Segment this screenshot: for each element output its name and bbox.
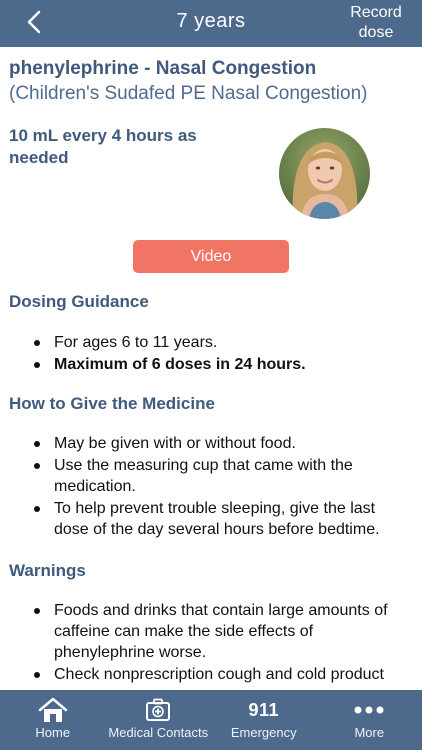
list-item: May be given with or without food. [0, 433, 422, 454]
tab-home-label: Home [35, 725, 71, 740]
how-to-give-heading: How to Give the Medicine [9, 394, 215, 413]
top-navigation-bar: 7 years Record dose [0, 0, 422, 47]
list-item: Foods and drinks that contain large amou… [0, 600, 422, 663]
tab-emergency-label: Emergency [230, 725, 297, 740]
tab-medical-contacts-label: Medical Contacts [108, 725, 209, 740]
list-item: Use the measuring cup that came with the… [0, 455, 422, 497]
dose-instruction: 10 mL every 4 hours as needed [9, 126, 197, 167]
record-dose-label-line2: dose [358, 24, 394, 41]
list-item: Maximum of 6 doses in 24 hours. [0, 354, 422, 375]
tab-home[interactable]: Home [0, 690, 106, 750]
emergency-911-icon: 911 [211, 697, 317, 723]
medication-brand: (Children's Sudafed PE Nasal Congestion) [9, 83, 368, 104]
tab-more-label: More [354, 725, 385, 740]
warnings-list: Foods and drinks that contain large amou… [0, 600, 422, 685]
tab-medical-contacts[interactable]: Medical Contacts [106, 690, 212, 750]
list-item: Check nonprescription cough and cold pro… [0, 664, 422, 685]
child-avatar [279, 128, 370, 219]
dosing-guidance-heading: Dosing Guidance [9, 292, 149, 311]
warnings-heading: Warnings [9, 561, 86, 580]
tab-more[interactable]: More [317, 690, 422, 750]
how-to-give-list: May be given with or without food. Use t… [0, 433, 422, 540]
tab-emergency[interactable]: 911 Emergency [211, 690, 317, 750]
more-dots-icon [317, 697, 422, 723]
home-icon [0, 697, 106, 723]
video-button[interactable]: Video [133, 240, 289, 273]
record-dose-label-line1: Record [350, 4, 402, 21]
medical-kit-icon [106, 697, 212, 723]
medication-detail-content[interactable]: phenylephrine - Nasal Congestion (Childr… [0, 47, 422, 690]
list-item: To help prevent trouble sleeping, give t… [0, 498, 422, 540]
bottom-tab-bar: Home Medical Contacts 911 Emergency More [0, 690, 422, 750]
list-item: For ages 6 to 11 years. [0, 332, 422, 353]
medication-name: phenylephrine - Nasal Congestion [9, 58, 317, 79]
dosing-guidance-list: For ages 6 to 11 years. Maximum of 6 dos… [0, 332, 422, 375]
emergency-911-text: 911 [248, 699, 280, 720]
record-dose-button[interactable]: Record dose [346, 3, 406, 43]
